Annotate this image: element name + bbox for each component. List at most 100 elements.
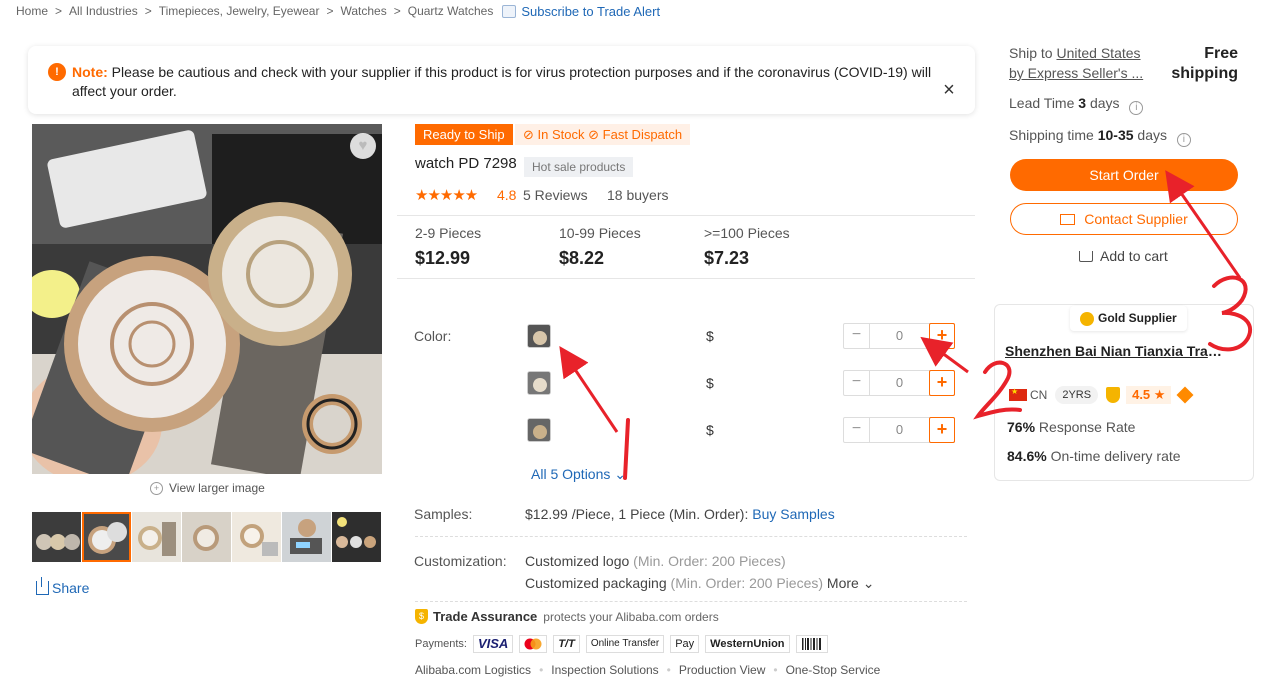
share-icon — [36, 577, 49, 595]
decrease-button[interactable]: − — [844, 418, 870, 442]
hot-sale-tag[interactable]: Hot sale products — [524, 157, 634, 177]
inspection-link[interactable]: Inspection Solutions — [551, 663, 658, 677]
breadcrumb-separator: > — [55, 4, 63, 18]
info-icon[interactable]: i — [1176, 133, 1191, 147]
production-view-link[interactable]: Production View — [679, 663, 766, 677]
all-options-label: All 5 Options — [531, 466, 611, 482]
notice-body: Please be cautious and check with your s… — [72, 64, 932, 99]
tt-logo: T/T — [553, 635, 580, 653]
close-icon[interactable]: × — [941, 80, 957, 100]
start-order-button[interactable]: Start Order — [1010, 159, 1238, 191]
separator-dot: • — [666, 663, 671, 677]
customization-label: Customization: — [414, 553, 507, 569]
shipping-time-unit: days — [1137, 127, 1167, 143]
customization-item: Customized logo (Min. Order: 200 Pieces) — [525, 553, 786, 569]
buyers-count: 18 buyers — [607, 187, 669, 203]
response-rate-value: 76% — [1007, 419, 1036, 435]
color-swatch[interactable] — [527, 371, 551, 395]
view-larger-image[interactable]: + View larger image — [150, 481, 265, 495]
envelope-icon — [1060, 214, 1076, 225]
color-swatch[interactable] — [527, 418, 551, 442]
buy-samples-link[interactable]: Buy Samples — [752, 506, 834, 522]
lead-time: Lead Time 3 days i — [1009, 95, 1144, 115]
share-button[interactable]: Share — [36, 577, 89, 596]
lead-unit: days — [1089, 95, 1120, 111]
diamond-icon — [1176, 386, 1194, 404]
thumbnail[interactable] — [232, 512, 281, 562]
reviews-link[interactable]: 5 Reviews — [523, 187, 588, 203]
online-transfer-logo: Online Transfer — [585, 635, 665, 653]
breadcrumb: Home > All Industries > Timepieces, Jewe… — [16, 3, 660, 19]
divider — [415, 536, 967, 537]
breadcrumb-timepieces[interactable]: Timepieces, Jewelry, Eyewear — [159, 4, 320, 18]
thumbnail[interactable] — [82, 512, 131, 562]
chevron-down-icon: ⌄ — [614, 466, 626, 482]
thumbnail[interactable] — [132, 512, 181, 562]
supplier-name-link[interactable]: Shenzhen Bai Nian Tianxia Trade ... — [1005, 343, 1229, 359]
trade-assurance-shield-icon: $ — [415, 609, 428, 624]
thumbnail[interactable] — [32, 512, 81, 562]
ship-country-link[interactable]: United States — [1056, 45, 1140, 61]
samples-info: $12.99 /Piece, 1 Piece (Min. Order): Buy… — [525, 506, 835, 522]
quantity-input[interactable]: 0 — [870, 324, 929, 348]
add-to-cart-button[interactable]: Add to cart — [1079, 248, 1168, 264]
breadcrumb-home[interactable]: Home — [16, 4, 48, 18]
separator-dot: • — [773, 663, 778, 677]
tier-range: >=100 Pieces — [704, 225, 790, 241]
decrease-button[interactable]: − — [844, 371, 870, 395]
trade-assurance-title: Trade Assurance — [433, 609, 538, 624]
delivery-rate-value: 84.6% — [1007, 448, 1047, 464]
quantity-stepper: − 0 + — [843, 323, 955, 349]
custom-name: Customized packaging — [525, 575, 667, 591]
increase-button[interactable]: + — [929, 323, 955, 349]
ready-to-ship-tag: Ready to Ship — [415, 124, 513, 145]
thumbnail[interactable] — [282, 512, 331, 562]
tier-price: $8.22 — [559, 248, 605, 268]
ship-to-prefix: Ship to — [1009, 45, 1053, 61]
sample-price: $12.99 — [525, 506, 568, 522]
star-icon: ★ — [1153, 387, 1166, 402]
shipping-method-link[interactable]: by Express Seller's ... — [1009, 65, 1143, 81]
quantity-input[interactable]: 0 — [870, 418, 929, 442]
all-options-link[interactable]: All 5 Options ⌄ — [531, 466, 626, 483]
shipping-time-value: 10-35 — [1097, 127, 1134, 143]
option-price: $ — [706, 422, 714, 438]
color-label: Color: — [414, 328, 452, 344]
info-icon[interactable]: i — [1129, 101, 1144, 115]
annotation-arrow — [559, 346, 619, 433]
rating-stars: ★★★★★ — [415, 187, 478, 204]
quantity-input[interactable]: 0 — [870, 371, 929, 395]
more-link[interactable]: More ⌄ — [827, 575, 875, 591]
supplier-years: 2YRS — [1055, 386, 1099, 404]
lead-label: Lead Time — [1009, 95, 1075, 111]
decrease-button[interactable]: − — [844, 324, 870, 348]
tier-range: 10-99 Pieces — [559, 225, 641, 241]
increase-button[interactable]: + — [929, 370, 955, 396]
supplier-score: 4.5 ★ — [1126, 386, 1172, 404]
thumbnail[interactable] — [182, 512, 231, 562]
mastercard-logo — [519, 635, 548, 653]
favorite-heart-icon[interactable]: ♥ — [350, 133, 376, 159]
breadcrumb-all-industries[interactable]: All Industries — [69, 4, 138, 18]
tier-price: $12.99 — [415, 248, 471, 268]
chevron-down-icon: ⌄ — [862, 575, 875, 591]
verified-shield-icon — [1106, 387, 1121, 403]
tier-range: 2-9 Pieces — [415, 225, 482, 241]
contact-supplier-button[interactable]: Contact Supplier — [1010, 203, 1238, 235]
thumbnail[interactable] — [332, 512, 381, 562]
increase-button[interactable]: + — [929, 417, 955, 443]
supplier-badges: CN 2YRS 4.5 ★ — [1009, 386, 1194, 404]
service-links: Alibaba.com Logistics • Inspection Soluti… — [415, 663, 880, 677]
trade-assurance[interactable]: $ Trade Assurance protects your Alibaba.… — [415, 609, 719, 624]
subscribe-trade-alert-link[interactable]: Subscribe to Trade Alert — [521, 4, 660, 19]
option-price: $ — [706, 375, 714, 391]
gold-supplier-badge: Gold Supplier — [1070, 306, 1187, 331]
breadcrumb-quartz-watches[interactable]: Quartz Watches — [408, 4, 494, 18]
more-label: More — [826, 575, 859, 591]
one-stop-service-link[interactable]: One-Stop Service — [786, 663, 881, 677]
logistics-link[interactable]: Alibaba.com Logistics — [415, 663, 531, 677]
divider — [397, 278, 975, 279]
breadcrumb-watches[interactable]: Watches — [340, 4, 386, 18]
color-swatch[interactable] — [527, 324, 551, 348]
main-product-image[interactable] — [32, 124, 382, 474]
